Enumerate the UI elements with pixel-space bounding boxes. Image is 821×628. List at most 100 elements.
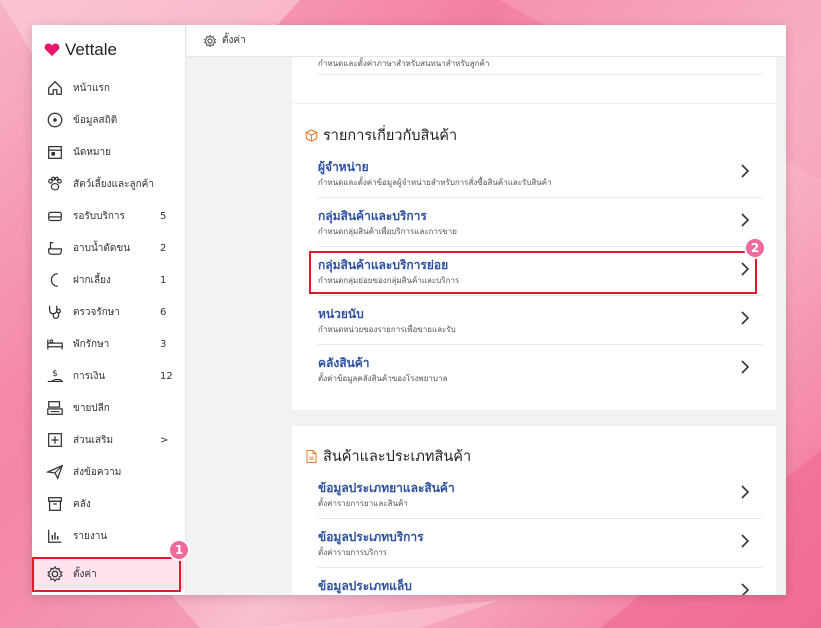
step-badge-2: 2 [744,237,766,259]
sidebar-item-label: ส่งข้อความ [73,466,122,478]
sidebar-item-label: ฝากเลี้ยง [73,274,111,286]
sidebar-item-label: อาบน้ำตัดขน [73,242,131,254]
sidebar: Vettale หน้าแรก ข้อมูลสถิติ นัดหมาย สัตว… [32,25,186,595]
paw-icon [46,175,64,193]
language-settings-panel: กำหนดและตั้งค่าภาษาสำหรับสนทนาสำหรับลูกค… [292,57,776,103]
moon-icon [46,271,64,289]
box-icon [305,129,318,142]
chevron-right-icon [741,485,750,499]
stats-icon [46,111,64,129]
sidebar-item-waiting[interactable]: รอรับบริการ 5 [32,201,184,231]
sidebar-item-label: รอรับบริการ [73,210,125,222]
chart-icon [46,527,64,545]
list-item[interactable]: กำหนดและตั้งค่าภาษาสำหรับสนทนาสำหรับลูกค… [318,57,762,75]
sidebar-item-count: 2 [160,242,167,254]
sidebar-item-pets-customers[interactable]: สัตว์เลี้ยงและลูกค้า [32,169,184,199]
plus-square-icon [46,431,64,449]
section-title-text: รายการเกี่ยวกับสินค้า [323,128,458,144]
list-item-suppliers[interactable]: ผู้จำหน่าย กำหนดและตั้งค่าข้อมูลผู้จำหน่… [318,149,762,198]
sidebar-item-label: พักรักษา [73,338,110,350]
section-title: สินค้าและประเภทสินค้า [304,445,471,468]
sidebar-item-label: คลัง [73,498,91,510]
chevron-right-icon [741,534,750,548]
sidebar-item-count: 1 [160,274,167,286]
row-description: กำหนดและตั้งค่าภาษาสำหรับสนทนาสำหรับลูกค… [318,59,490,68]
sidebar-item-reports[interactable]: รายงาน [32,521,184,551]
sidebar-item-grooming[interactable]: อาบน้ำตัดขน 2 [32,233,184,263]
list-item-lab-types[interactable]: ข้อมูลประเภทแล็บ [318,568,762,595]
row-description: กำหนดและตั้งค่าข้อมูลผู้จำหน่ายสำหรับการ… [318,178,552,187]
row-description: กำหนดหน่วยของรายการเพื่อขายและรับ [318,325,456,334]
sidebar-item-home[interactable]: หน้าแรก [32,73,184,103]
sidebar-item-label: ส่วนเสริม [73,434,114,446]
bed-icon [46,335,64,353]
row-title: ข้อมูลประเภทบริการ [318,530,424,544]
row-title: กลุ่มสินค้าและบริการ [318,209,427,223]
heart-icon [44,43,60,57]
row-description: กำหนดกลุ่มสินค้าเพื่อบริการและการขาย [318,227,457,236]
list-item-service-types[interactable]: ข้อมูลประเภทบริการ ตั้งค่ารายการบริการ [318,519,762,568]
sidebar-item-inventory[interactable]: คลัง [32,489,184,519]
row-title: ผู้จำหน่าย [318,160,369,174]
highlight-box-subgroups [309,251,757,294]
sidebar-item-label: การเงิน [73,370,106,382]
chevron-right-icon: > [160,434,169,446]
list-item-units[interactable]: หน่วยนับ กำหนดหน่วยของรายการเพื่อขายและร… [318,296,762,345]
page-title: ตั้งค่า [222,35,246,46]
send-icon [46,463,64,481]
sidebar-item-retail[interactable]: ขายปลีก [32,393,184,423]
calendar-icon [46,143,64,161]
register-icon [46,399,64,417]
list-item-product-groups[interactable]: กลุ่มสินค้าและบริการ กำหนดกลุ่มสินค้าเพื… [318,198,762,247]
sidebar-item-count: 3 [160,338,167,350]
chevron-right-icon [741,583,750,595]
sidebar-item-label: นัดหมาย [73,146,111,158]
sidebar-item-label: รายงาน [73,530,108,542]
sidebar-item-count: 6 [160,306,167,318]
bath-icon [46,239,64,257]
sidebar-item-label: หน้าแรก [73,82,110,94]
section-title-text: สินค้าและประเภทสินค้า [323,449,472,465]
sidebar-item-addons[interactable]: ส่วนเสริม > [32,425,184,455]
app-window: Vettale หน้าแรก ข้อมูลสถิติ นัดหมาย สัตว… [32,25,786,595]
sidebar-item-label: ตรวจรักษา [73,306,120,318]
chevron-right-icon [741,213,750,227]
money-icon: $ [46,367,64,385]
step-badge-1: 1 [168,539,190,561]
sidebar-item-treatment[interactable]: ตรวจรักษา 6 [32,297,184,327]
home-icon [46,79,64,97]
sidebar-item-count: 12 [160,370,173,382]
row-description: ตั้งค่าข้อมูลคลังสินค้าของโรงพยาบาล [318,374,448,383]
row-title: ข้อมูลประเภทยาและสินค้า [318,481,455,495]
chevron-right-icon [741,360,750,374]
sidebar-item-hospitalization[interactable]: พักรักษา 3 [32,329,184,359]
app-name: Vettale [65,40,117,59]
sidebar-item-messages[interactable]: ส่งข้อความ [32,457,184,487]
product-types-section: สินค้าและประเภทสินค้า ข้อมูลประเภทยาและส… [292,426,776,595]
stethoscope-icon [46,303,64,321]
app-logo[interactable]: Vettale [43,40,117,60]
chevron-right-icon [741,311,750,325]
list-item-drug-product-types[interactable]: ข้อมูลประเภทยาและสินค้า ตั้งค่ารายการยาแ… [318,470,762,519]
highlight-box-settings [32,557,181,592]
topbar: ตั้งค่า [187,25,786,57]
waiting-icon [46,207,64,225]
sidebar-item-stats[interactable]: ข้อมูลสถิติ [32,105,184,135]
row-title: คลังสินค้า [318,356,370,370]
sidebar-item-count: 5 [160,210,167,222]
document-icon [306,449,317,464]
sidebar-item-label: สัตว์เลี้ยงและลูกค้า [73,178,154,190]
list-item-warehouses[interactable]: คลังสินค้า ตั้งค่าข้อมูลคลังสินค้าของโรง… [318,345,762,394]
section-title: รายการเกี่ยวกับสินค้า [304,124,457,147]
row-title: หน่วยนับ [318,307,364,321]
row-title: ข้อมูลประเภทแล็บ [318,579,412,593]
archive-icon [46,495,64,513]
sidebar-item-appointments[interactable]: นัดหมาย [32,137,184,167]
row-description: ตั้งค่ารายการยาและสินค้า [318,499,408,508]
row-description: ตั้งค่ารายการบริการ [318,548,388,557]
sidebar-item-label: ข้อมูลสถิติ [73,114,118,126]
gear-icon [203,34,217,47]
sidebar-item-boarding[interactable]: ฝากเลี้ยง 1 [32,265,184,295]
sidebar-item-finance[interactable]: $ การเงิน 12 [32,361,184,391]
sidebar-item-label: ขายปลีก [73,402,110,414]
